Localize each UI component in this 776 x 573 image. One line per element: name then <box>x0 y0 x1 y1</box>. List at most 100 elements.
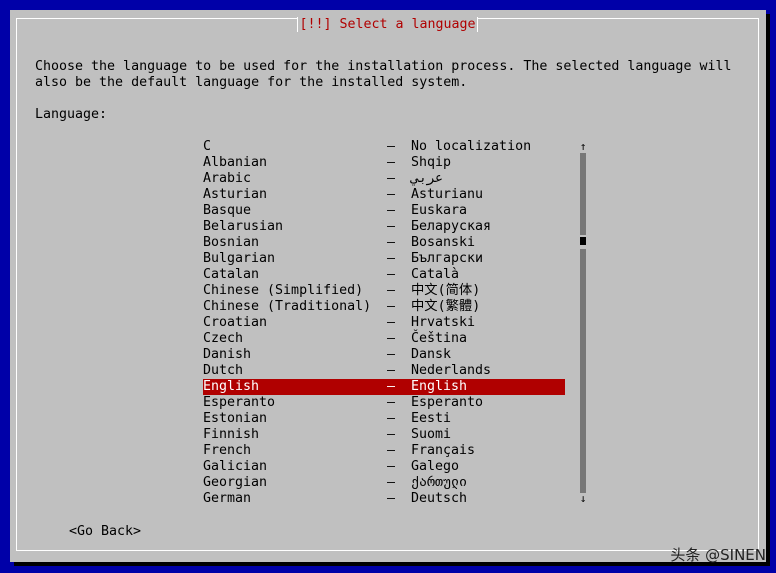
language-separator: – <box>387 171 396 186</box>
language-separator: – <box>387 155 396 170</box>
language-item[interactable]: Chinese (Traditional) – 中文(繁體) <box>203 299 565 315</box>
language-name: Estonian <box>203 411 268 426</box>
language-separator: – <box>387 475 396 490</box>
language-item-selected[interactable]: English – English <box>203 379 565 395</box>
language-native-name: Беларуская <box>411 219 492 234</box>
language-separator: – <box>387 491 396 506</box>
scroll-down-arrow-icon[interactable]: ↓ <box>579 491 587 507</box>
language-item[interactable]: Czech – Čeština <box>203 331 565 347</box>
language-native-name: No localization <box>411 139 532 154</box>
language-separator: – <box>387 395 396 410</box>
language-name: Danish <box>203 347 252 362</box>
language-native-name: Eesti <box>411 411 452 426</box>
language-separator: – <box>387 251 396 266</box>
scroll-track-upper[interactable] <box>580 153 586 235</box>
language-name: Croatian <box>203 315 268 330</box>
language-separator: – <box>387 235 396 250</box>
language-item[interactable]: Chinese (Simplified) – 中文(简体) <box>203 283 565 299</box>
dialog-title: [!!] Select a language <box>297 17 478 32</box>
language-separator: – <box>387 139 396 154</box>
language-name: C <box>203 139 212 154</box>
language-native-name: عربي <box>411 171 444 186</box>
language-native-name: Català <box>411 267 460 282</box>
language-separator: – <box>387 427 396 442</box>
language-label: Language: <box>35 107 108 122</box>
language-separator: – <box>387 443 396 458</box>
language-native-name: Deutsch <box>411 491 468 506</box>
language-native-name: Dansk <box>411 347 452 362</box>
language-separator: – <box>387 203 396 218</box>
language-name: Finnish <box>203 427 260 442</box>
go-back-button[interactable]: <Go Back> <box>69 524 141 540</box>
language-native-name: 中文(简体) <box>411 283 481 298</box>
language-separator: – <box>387 411 396 426</box>
language-name: Bulgarian <box>203 251 276 266</box>
language-native-name: Čeština <box>411 331 468 346</box>
language-item[interactable]: C – No localization <box>203 139 565 155</box>
language-item[interactable]: Galician – Galego <box>203 459 565 475</box>
language-separator: – <box>387 299 396 314</box>
language-native-name: ქართული <box>411 475 468 490</box>
language-name: German <box>203 491 252 506</box>
language-name: Dutch <box>203 363 244 378</box>
language-item[interactable]: Estonian – Eesti <box>203 411 565 427</box>
language-name: Czech <box>203 331 244 346</box>
language-native-name: 中文(繁體) <box>411 299 481 314</box>
language-native-name: Esperanto <box>411 395 484 410</box>
language-item[interactable]: Catalan – Català <box>203 267 565 283</box>
language-item[interactable]: Esperanto – Esperanto <box>203 395 565 411</box>
language-name: Albanian <box>203 155 268 170</box>
language-item[interactable]: Georgian – ქართული <box>203 475 565 491</box>
scroll-track-lower[interactable] <box>580 249 586 493</box>
language-name: Arabic <box>203 171 252 186</box>
language-native-name: Nederlands <box>411 363 492 378</box>
language-name: English <box>203 379 260 394</box>
language-list[interactable]: C – No localization Albanian – Shqip Arabic – عر… <box>203 139 565 507</box>
language-separator: – <box>387 267 396 282</box>
language-name: French <box>203 443 252 458</box>
language-native-name: Euskara <box>411 203 468 218</box>
language-native-name: English <box>411 379 468 394</box>
language-item[interactable]: French – Français <box>203 443 565 459</box>
language-item[interactable]: Dutch – Nederlands <box>203 363 565 379</box>
language-item[interactable]: German – Deutsch <box>203 491 565 507</box>
language-item[interactable]: Basque – Euskara <box>203 203 565 219</box>
language-item[interactable]: Finnish – Suomi <box>203 427 565 443</box>
language-separator: – <box>387 331 396 346</box>
language-name: Galician <box>203 459 268 474</box>
language-item[interactable]: Bulgarian – Български <box>203 251 565 267</box>
language-native-name: Suomi <box>411 427 452 442</box>
language-separator: – <box>387 363 396 378</box>
language-separator: – <box>387 283 396 298</box>
language-item[interactable]: Croatian – Hrvatski <box>203 315 565 331</box>
language-separator: – <box>387 219 396 234</box>
language-native-name: Bosanski <box>411 235 476 250</box>
language-native-name: Български <box>411 251 484 266</box>
language-item[interactable]: Arabic – عربي <box>203 171 565 187</box>
language-native-name: Shqip <box>411 155 452 170</box>
language-name: Esperanto <box>203 395 276 410</box>
installer-dialog: [!!] Select a language Choose the langua… <box>10 10 766 562</box>
scroll-thumb[interactable] <box>580 237 586 245</box>
dialog-frame: [!!] Select a language Choose the langua… <box>16 17 759 551</box>
watermark: 头条 @SINEN <box>670 546 766 564</box>
language-name: Georgian <box>203 475 268 490</box>
language-list-scrollbar[interactable]: ↑ ↓ <box>579 139 587 507</box>
dialog-description: Choose the language to be used for the i… <box>35 59 732 90</box>
language-item[interactable]: Albanian – Shqip <box>203 155 565 171</box>
language-separator: – <box>387 315 396 330</box>
language-name: Belarusian <box>203 219 284 234</box>
language-name: Bosnian <box>203 235 260 250</box>
language-item[interactable]: Bosnian – Bosanski <box>203 235 565 251</box>
language-native-name: Asturianu <box>411 187 484 202</box>
language-name: Catalan <box>203 267 260 282</box>
language-separator: – <box>387 347 396 362</box>
language-name: Asturian <box>203 187 268 202</box>
language-separator: – <box>387 459 396 474</box>
language-name: Chinese (Simplified) <box>203 283 364 298</box>
language-item[interactable]: Belarusian – Беларуская <box>203 219 565 235</box>
language-item[interactable]: Danish – Dansk <box>203 347 565 363</box>
language-native-name: Français <box>411 443 476 458</box>
language-item[interactable]: Asturian – Asturianu <box>203 187 565 203</box>
dialog-title-bar: [!!] Select a language <box>17 17 758 33</box>
